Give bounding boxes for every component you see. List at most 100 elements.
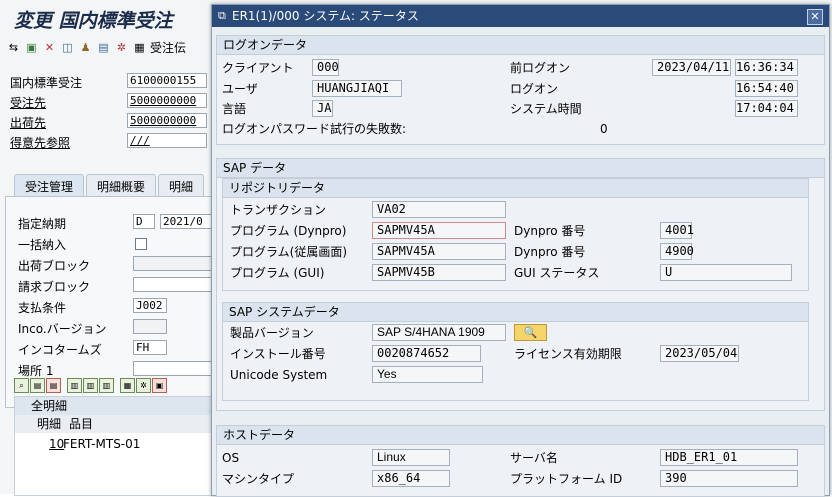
billing-block-label: 請求ブロック [18, 280, 91, 294]
language-field: JA [312, 100, 333, 117]
system-time-label: システム時間 [510, 102, 582, 116]
table-row[interactable]: 10 FERT-MTS-01 [15, 435, 212, 453]
repository-data-heading: リポジトリデータ [223, 179, 808, 198]
prev-logon-date: 2023/04/11 [652, 59, 731, 76]
failed-logon-value: 0 [600, 122, 608, 136]
machine-type-field: x86_64 [372, 470, 450, 487]
inco-version-label: Inco.バージョン [18, 322, 107, 336]
tab-strip: 受注管理 明細概要 明細 [14, 174, 205, 196]
select-all-icon[interactable]: ▥ [67, 378, 82, 393]
deselect-icon[interactable]: ▥ [99, 378, 114, 393]
save-icon[interactable]: ▣ [24, 40, 39, 55]
row-material: FERT-MTS-01 [63, 437, 141, 451]
soldto-field[interactable]: 5000000000 [127, 93, 207, 108]
items-table: 全明細 明細 品目 10 FERT-MTS-01 [14, 396, 213, 496]
header-row-customer-ref: 得意先参照 [10, 134, 122, 151]
product-version-field: SAP S/4HANA 1909 [372, 324, 506, 341]
header-row-order: 国内標準受注 [10, 74, 122, 91]
sap-data-heading: SAP データ [217, 159, 824, 178]
language-label: 言語 [222, 102, 247, 116]
table-icon[interactable]: ▦ [132, 40, 147, 55]
items-table-header: 明細 品目 [15, 415, 212, 433]
customer-ref-label[interactable]: 得意先参照 [10, 134, 122, 151]
tab-item-overview[interactable]: 明細概要 [86, 174, 157, 196]
select-block-icon[interactable]: ▥ [83, 378, 98, 393]
toolbar: ⇆ ▣ ✕ ◫ ♟ ▤ ✲ ▦ 受注伝 [6, 37, 211, 57]
license-expiry-label: ライセンス有効期限 [514, 347, 622, 361]
os-field: Linux [372, 449, 450, 466]
program-dynpro-field[interactable]: SAPMV45A [372, 222, 506, 239]
zoom-icon[interactable]: ⌕ [14, 378, 29, 393]
header-row-shipto: 出荷先 [10, 114, 122, 131]
delivery-block-field[interactable] [133, 256, 211, 271]
os-label: OS [222, 451, 240, 465]
document-icon[interactable]: ▤ [96, 40, 111, 55]
insert-row-icon[interactable]: ▤ [30, 378, 45, 393]
payment-terms-label: 支払条件 [18, 301, 67, 315]
cancel-icon[interactable]: ✕ [42, 40, 57, 55]
user-field: HUANGJIAQI [312, 80, 402, 97]
row-item[interactable]: 10 [49, 435, 64, 453]
machine-type-label: マシンタイプ [222, 472, 295, 486]
complete-delivery-label: 一括納入 [18, 238, 67, 252]
person-icon[interactable]: ♟ [78, 40, 93, 55]
delivery-date-type-field[interactable]: D [133, 214, 155, 229]
logon-label: ログオン [510, 82, 559, 96]
delivery-date-field[interactable]: 2021/0 [160, 214, 211, 229]
settings-icon[interactable]: ✲ [114, 40, 129, 55]
program-gui-field: SAPMV45B [372, 264, 506, 281]
more-icon[interactable]: ▣ [152, 378, 167, 393]
complete-delivery-checkbox[interactable] [135, 238, 147, 250]
failed-logon-label: ログオンパスワード試行の失敗数: [222, 122, 407, 136]
gui-status-field: U [660, 264, 792, 281]
transaction-field: VA02 [372, 201, 506, 218]
inco-version-field[interactable] [133, 319, 167, 334]
shipto-label[interactable]: 出荷先 [10, 114, 122, 131]
unicode-field: Yes [372, 366, 483, 383]
server-name-field: HDB_ER1_01 [660, 449, 798, 466]
client-label: クライアント [222, 61, 294, 75]
tab-item-detail[interactable]: 明細 [158, 174, 205, 196]
soldto-label[interactable]: 受注先 [10, 94, 122, 111]
item-toolbar: ⌕ ▤ ▤ ▥ ▥ ▥ ▦ ✲ ▣ [14, 378, 167, 393]
platform-id-label: プラットフォーム ID [510, 472, 623, 486]
dynpro-number-field: 4001 [660, 222, 694, 239]
program-gui-label: プログラム (GUI) [230, 266, 325, 280]
other-icon[interactable]: ◫ [60, 40, 75, 55]
install-number-label: インストール番号 [230, 347, 326, 361]
toolbar-label[interactable]: 受注伝 [150, 39, 186, 56]
header-row-soldto: 受注先 [10, 94, 122, 111]
payment-terms-field[interactable]: J002 [133, 298, 167, 313]
search-icon[interactable]: 🔍 [514, 324, 547, 341]
sap-system-data-heading: SAP システムデータ [223, 303, 808, 322]
location1-label: 場所 1 [18, 364, 54, 378]
platform-id-field: 390 [660, 470, 798, 487]
close-icon[interactable]: ✕ [807, 9, 823, 25]
back-forward-icon[interactable]: ⇆ [6, 40, 21, 55]
program-dynpro-label: プログラム (Dynpro) [230, 224, 347, 238]
column-item: 明細 [37, 417, 62, 431]
dynpro-number2-field: 4900 [660, 243, 694, 260]
billing-block-field[interactable] [133, 277, 211, 292]
customer-ref-field[interactable]: /// [127, 133, 207, 148]
dialog-window-icon: ⧉ [218, 9, 226, 22]
dynpro-number2-label: Dynpro 番号 [514, 245, 586, 259]
order-number-field[interactable]: 6100000155 [127, 73, 207, 88]
prev-logon-time: 16:36:34 [735, 59, 798, 76]
shipto-field[interactable]: 5000000000 [127, 113, 207, 128]
location1-field[interactable] [133, 361, 211, 376]
program-subscreen-field: SAPMV45A [372, 243, 506, 260]
dialog-titlebar: ⧉ ER1(1)/000 システム: ステータス ✕ [212, 5, 829, 27]
items-table-title: 全明細 [15, 397, 212, 415]
incoterms-field[interactable]: FH [133, 340, 167, 355]
detail-icon[interactable]: ▦ [120, 378, 135, 393]
window-title: 変更 国内標準受注 [14, 10, 173, 32]
column-material: 品目 [69, 417, 94, 431]
gui-status-label: GUI ステータス [514, 266, 600, 280]
incoterms-label: インコタームズ [18, 343, 102, 357]
client-field: 000 [312, 59, 339, 76]
config-icon[interactable]: ✲ [136, 378, 151, 393]
user-label: ユーザ [222, 82, 258, 96]
delete-row-icon[interactable]: ▤ [46, 378, 61, 393]
tab-order-management[interactable]: 受注管理 [14, 174, 85, 196]
